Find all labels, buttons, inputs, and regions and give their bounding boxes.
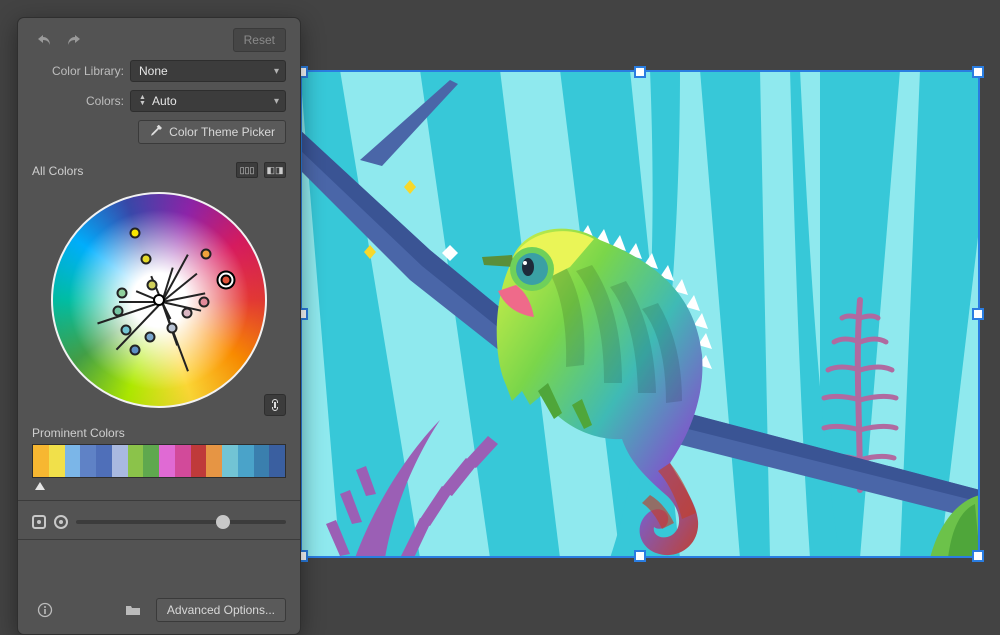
undo-icon <box>37 33 53 47</box>
color-library-label: Color Library: <box>32 64 124 78</box>
wheel-color-node[interactable] <box>181 307 192 318</box>
mode-radio-b[interactable] <box>54 515 68 529</box>
swatch[interactable] <box>206 445 222 477</box>
swatch[interactable] <box>112 445 128 477</box>
wheel-color-node[interactable] <box>166 322 177 333</box>
info-icon <box>37 602 53 618</box>
mode-radio-a[interactable] <box>32 515 46 529</box>
swatch[interactable] <box>96 445 112 477</box>
saturation-brightness-button[interactable]: ◧◨ <box>264 162 286 178</box>
link-colors-toggle[interactable] <box>264 394 286 416</box>
info-button[interactable] <box>32 598 58 622</box>
swatch[interactable] <box>159 445 175 477</box>
swatch[interactable] <box>269 445 285 477</box>
colors-select[interactable]: ▲▼ Auto ▾ <box>130 90 286 112</box>
stepper-icon: ▲▼ <box>139 95 146 107</box>
chameleon-artwork <box>300 70 980 558</box>
color-library-select[interactable]: None ▾ <box>130 60 286 82</box>
chevron-down-icon: ▾ <box>274 66 279 77</box>
redo-icon <box>65 33 81 47</box>
swatch[interactable] <box>222 445 238 477</box>
swatch[interactable] <box>238 445 254 477</box>
colors-label: Colors: <box>32 94 124 108</box>
color-wheel[interactable] <box>32 182 286 418</box>
wheel-color-node[interactable] <box>140 253 151 264</box>
eyedropper-icon <box>149 125 163 139</box>
undo-button[interactable] <box>32 28 58 52</box>
wheel-color-node[interactable] <box>201 249 212 260</box>
adjust-slider[interactable] <box>76 520 286 524</box>
swatch[interactable] <box>175 445 191 477</box>
color-library-value: None <box>139 64 168 78</box>
swatch[interactable] <box>191 445 207 477</box>
swatch[interactable] <box>49 445 65 477</box>
swatch[interactable] <box>65 445 81 477</box>
wheel-color-node[interactable] <box>147 279 158 290</box>
wheel-color-node[interactable] <box>117 288 128 299</box>
redo-button[interactable] <box>60 28 86 52</box>
folder-icon <box>125 603 141 617</box>
wheel-color-node[interactable] <box>145 331 156 342</box>
colors-value: Auto <box>152 94 177 108</box>
folder-button[interactable] <box>120 598 146 622</box>
wheel-color-node[interactable] <box>199 297 210 308</box>
swatch[interactable] <box>80 445 96 477</box>
wheel-color-node[interactable] <box>112 305 123 316</box>
reset-button[interactable]: Reset <box>233 28 286 52</box>
wheel-color-node[interactable] <box>130 344 141 355</box>
color-theme-picker-button[interactable]: Color Theme Picker <box>138 120 286 144</box>
advanced-options-button[interactable]: Advanced Options... <box>156 598 286 622</box>
random-order-button[interactable]: ▯▯▯ <box>236 162 258 178</box>
swatch[interactable] <box>33 445 49 477</box>
artwork-canvas[interactable] <box>300 70 980 558</box>
all-colors-label: All Colors <box>32 164 83 178</box>
swatch-indicator[interactable] <box>35 482 45 490</box>
prominent-colors-label: Prominent Colors <box>32 426 286 440</box>
swatch[interactable] <box>254 445 270 477</box>
chevron-down-icon: ▾ <box>274 96 279 107</box>
prominent-swatches[interactable] <box>32 444 286 478</box>
wheel-color-node[interactable] <box>130 227 141 238</box>
swatch[interactable] <box>128 445 144 477</box>
wheel-color-node[interactable] <box>121 325 132 336</box>
wheel-color-node[interactable] <box>220 275 231 286</box>
swatch[interactable] <box>143 445 159 477</box>
recolor-panel: Reset Color Library: None ▾ Colors: ▲▼ A… <box>18 18 300 634</box>
link-icon <box>269 398 281 412</box>
